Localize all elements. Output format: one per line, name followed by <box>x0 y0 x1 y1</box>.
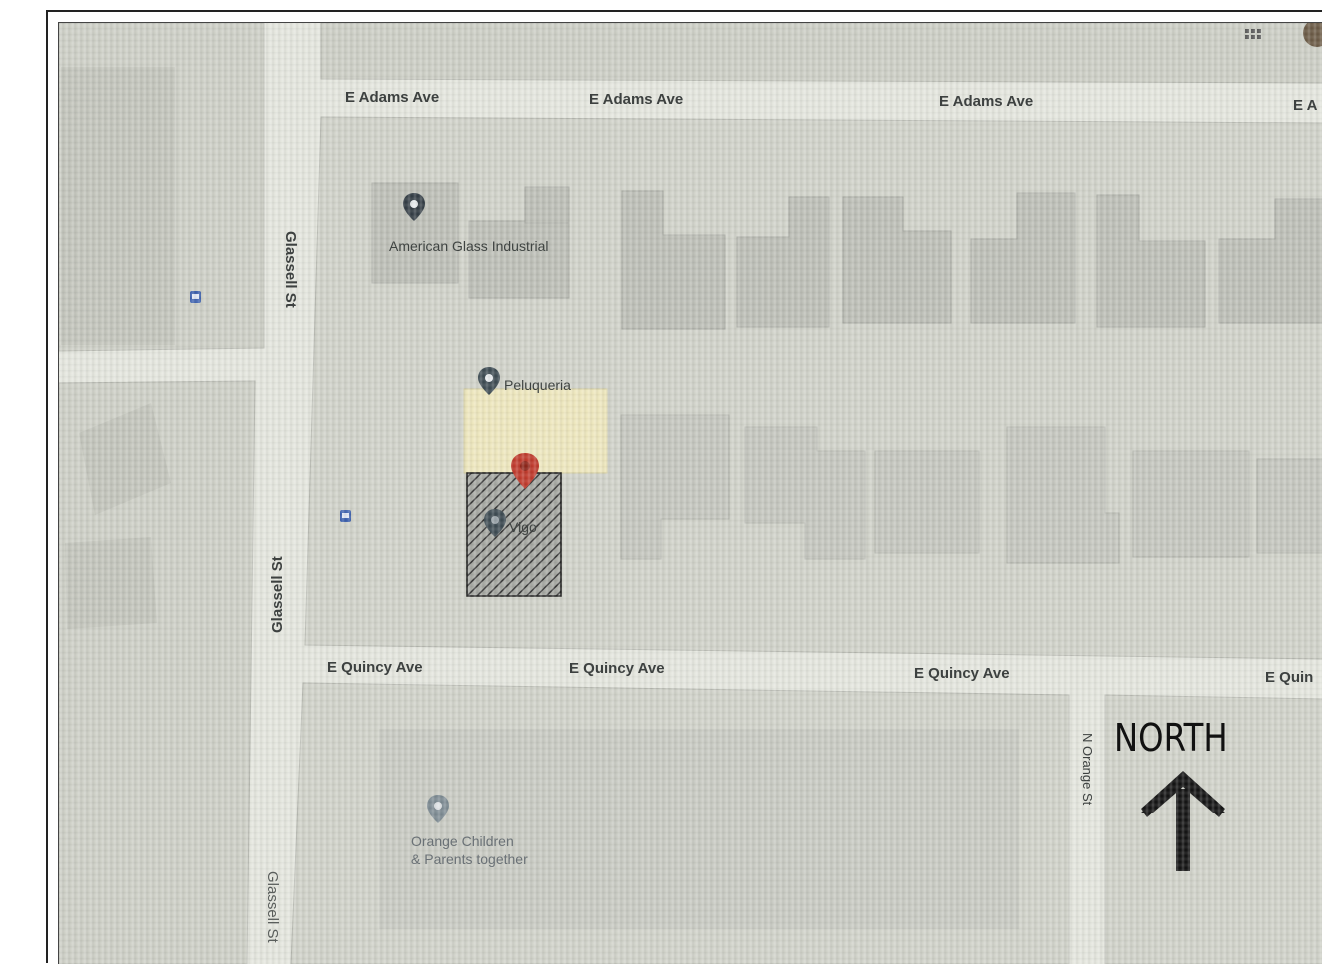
street-label-e-quincy: E Quincy Ave <box>914 665 1010 682</box>
street-label-e-adams: E A <box>1293 97 1318 114</box>
building-2b <box>468 220 570 299</box>
building-11 <box>874 450 980 554</box>
street-label-e-adams: E Adams Ave <box>345 89 440 106</box>
poi-label-orange-children[interactable]: Orange Children <box>411 833 514 849</box>
building-14 <box>1256 458 1322 554</box>
street-label-e-quincy: E Quincy Ave <box>327 659 423 676</box>
building-south-large <box>379 729 1019 929</box>
poi-label-peluqueria[interactable]: Peluqueria <box>504 377 571 393</box>
poi-label-american-glass[interactable]: American Glass Industrial <box>389 238 549 254</box>
bus-stop-icon-window <box>192 294 199 299</box>
north-label: NORTH <box>1114 716 1228 760</box>
street-label-e-quincy: E Quin <box>1265 669 1314 686</box>
building-13 <box>1132 450 1250 558</box>
building-west-top <box>61 67 175 345</box>
street-label-glassell: Glassell St <box>269 556 286 633</box>
street-label-glassell: Glassell St <box>282 231 299 308</box>
building-12 <box>1006 426 1120 564</box>
poi-label-orange-children-2[interactable]: & Parents together <box>411 851 528 867</box>
block-north-adams <box>320 23 1322 84</box>
street-label-glassell: Glassell St <box>264 871 281 943</box>
map-view[interactable]: E Adams Ave E Adams Ave E Adams Ave E A … <box>58 22 1322 964</box>
bus-stop-icon-window <box>342 513 349 518</box>
poi-label-vigo[interactable]: Vigo <box>509 519 537 535</box>
street-label-e-quincy: E Quincy Ave <box>569 660 665 677</box>
building-west-rot-2 <box>65 537 157 629</box>
building-2c <box>524 186 570 224</box>
map-canvas <box>59 23 1322 964</box>
street-label-e-adams: E Adams Ave <box>589 91 684 108</box>
street-label-e-adams: E Adams Ave <box>939 93 1034 110</box>
street-label-n-orange: N Orange St <box>1080 733 1095 806</box>
